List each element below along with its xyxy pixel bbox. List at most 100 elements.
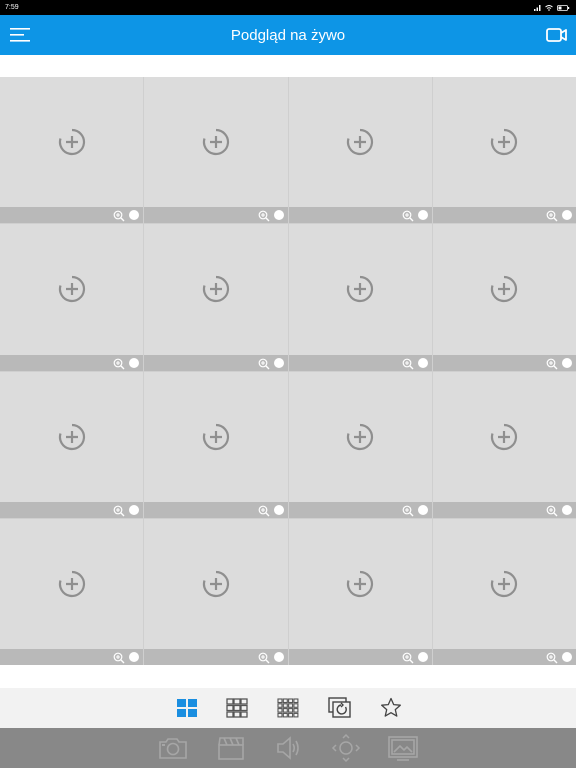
favorites-star-icon (381, 697, 401, 717)
signal-icon (534, 4, 541, 11)
add-camera-icon[interactable] (346, 423, 374, 451)
add-camera-icon[interactable] (346, 570, 374, 598)
add-camera-icon[interactable] (490, 570, 518, 598)
audio-button[interactable] (274, 734, 302, 762)
add-camera-icon[interactable] (202, 423, 230, 451)
zoom-in-icon[interactable] (113, 209, 125, 222)
video-camera-icon (546, 28, 567, 42)
status-dot-icon (273, 210, 284, 221)
wifi-icon (545, 4, 553, 11)
live-view-app: 7:59 Podgląd na żywo (0, 0, 576, 768)
zoom-in-icon[interactable] (546, 357, 558, 369)
video-tile[interactable] (288, 77, 432, 224)
add-camera-icon[interactable] (346, 128, 374, 156)
add-camera-icon[interactable] (490, 275, 518, 303)
tile-control-bar (144, 501, 288, 518)
zoom-in-icon[interactable] (402, 209, 414, 222)
ptz-direction-icon (331, 733, 361, 763)
zoom-in-icon[interactable] (402, 651, 414, 664)
video-tile[interactable] (144, 371, 288, 518)
tile-control-bar (144, 207, 288, 224)
record-clapper-icon (218, 737, 244, 760)
status-dot-icon (417, 652, 428, 662)
zoom-in-icon[interactable] (402, 357, 414, 369)
tile-control-bar (288, 354, 432, 371)
zoom-in-icon[interactable] (258, 651, 270, 664)
video-tile[interactable] (288, 518, 432, 665)
status-dot-icon (562, 504, 572, 515)
zoom-in-icon[interactable] (546, 651, 558, 664)
add-camera-icon[interactable] (58, 128, 86, 156)
zoom-in-icon[interactable] (113, 651, 125, 664)
layout-16-button[interactable] (276, 696, 300, 720)
zoom-in-icon[interactable] (113, 357, 125, 369)
tile-control-bar (144, 649, 288, 665)
zoom-in-icon[interactable] (113, 504, 125, 517)
favorites-button[interactable] (379, 696, 403, 720)
zoom-in-icon[interactable] (546, 504, 558, 517)
video-tile[interactable] (0, 224, 144, 371)
status-time: 7:59 (5, 4, 19, 11)
status-dot-icon (273, 652, 284, 662)
video-tile[interactable] (0, 77, 144, 224)
tile-control-bar (0, 649, 144, 665)
tile-control-bar (432, 354, 576, 371)
video-tile[interactable] (0, 371, 144, 518)
add-camera-icon[interactable] (202, 275, 230, 303)
playback-icon (328, 697, 351, 718)
playback-button[interactable] (328, 696, 352, 720)
zoom-in-icon[interactable] (258, 357, 270, 369)
tile-control-bar (288, 649, 432, 665)
status-dot-icon (273, 504, 284, 515)
action-toolbar (0, 728, 576, 768)
add-camera-icon[interactable] (58, 423, 86, 451)
video-tile[interactable] (144, 518, 288, 665)
video-grid (0, 77, 576, 665)
add-camera-icon[interactable] (58, 570, 86, 598)
status-dot-icon (129, 504, 140, 515)
video-tile[interactable] (288, 371, 432, 518)
tile-control-bar (432, 207, 576, 224)
zoom-in-icon[interactable] (546, 209, 558, 222)
snapshot-camera-icon (159, 738, 187, 759)
video-tile[interactable] (432, 224, 576, 371)
layout-9-button[interactable] (225, 696, 249, 720)
zoom-in-icon[interactable] (258, 209, 270, 222)
tile-control-bar (144, 354, 288, 371)
camera-list-button[interactable] (545, 24, 569, 46)
zoom-in-icon[interactable] (258, 504, 270, 517)
video-tile[interactable] (288, 224, 432, 371)
audio-speaker-icon (277, 736, 299, 760)
zoom-in-icon[interactable] (402, 504, 414, 517)
layout-4-button[interactable] (175, 696, 199, 720)
video-tile[interactable] (432, 518, 576, 665)
add-camera-icon[interactable] (346, 275, 374, 303)
add-camera-icon[interactable] (202, 128, 230, 156)
status-dot-icon (129, 357, 140, 368)
tile-control-bar (288, 207, 432, 224)
record-button[interactable] (216, 734, 246, 762)
layout-16-icon (277, 698, 299, 718)
snapshot-button[interactable] (157, 734, 189, 762)
status-dot-icon (417, 210, 428, 221)
tile-control-bar (0, 354, 144, 371)
battery-icon (557, 4, 570, 11)
status-icons (534, 0, 570, 15)
image-settings-button[interactable] (387, 734, 419, 762)
video-tile[interactable] (144, 77, 288, 224)
layout-9-icon (226, 698, 248, 718)
layout-toolbar (0, 688, 576, 728)
video-tile[interactable] (0, 518, 144, 665)
add-camera-icon[interactable] (490, 128, 518, 156)
tile-control-bar (288, 501, 432, 518)
ptz-button[interactable] (331, 733, 361, 763)
add-camera-icon[interactable] (202, 570, 230, 598)
status-dot-icon (562, 210, 572, 221)
video-tile[interactable] (432, 77, 576, 224)
tile-control-bar (0, 207, 144, 224)
add-camera-icon[interactable] (490, 423, 518, 451)
video-tile[interactable] (432, 371, 576, 518)
add-camera-icon[interactable] (58, 275, 86, 303)
video-tile[interactable] (144, 224, 288, 371)
status-dot-icon (273, 357, 284, 368)
